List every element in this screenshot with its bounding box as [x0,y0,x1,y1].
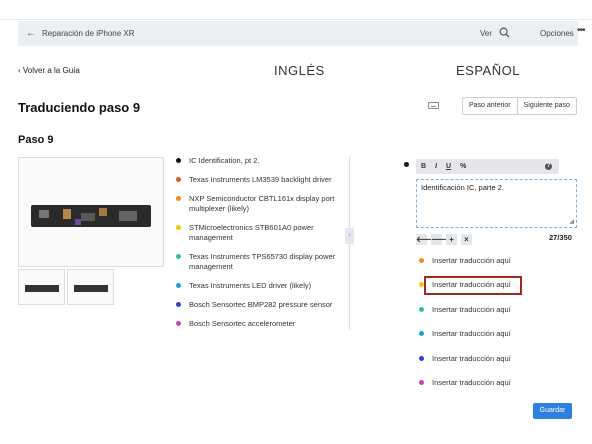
bullet-dot-icon [176,254,181,259]
move-right-button[interactable]: 🡒 [431,234,452,245]
more-dots-icon[interactable]: ••• [577,25,585,36]
bullet-dot-icon [176,225,181,230]
bullet-dot-icon [404,162,409,167]
image-thumbnail[interactable] [18,269,65,305]
resize-handle-icon[interactable]: ◢ [569,218,574,225]
bullet-item: Texas Instruments TPS65730 display power… [175,252,345,272]
translation-editor[interactable]: Identificación IC, parte 2. ◢ [416,179,577,228]
translation-placeholder[interactable]: Insertar traducción aquí [432,354,511,363]
keyboard-icon[interactable] [428,102,439,109]
translation-editor-value: Identificación IC, parte 2. [421,183,504,192]
browser-top-strip [0,0,592,20]
bullet-dot-icon [419,331,424,336]
character-counter: 27/350 [549,233,572,242]
page-title: Traduciendo paso 9 [18,100,141,115]
chevron-right-icon[interactable]: › [345,228,354,244]
bullet-item: Bosch Sensortec BMP282 pressure sensor [175,300,345,310]
guide-title-link[interactable]: Reparación de iPhone XR [42,29,135,38]
bold-button[interactable]: B [421,163,426,170]
bullet-item: Texas Instruments LED driver (likely) [175,281,345,291]
previous-step-button[interactable]: Paso anterior [463,98,517,114]
back-to-guide-link[interactable]: ‹ Volver a la Guía [18,66,80,75]
bullet-item: IC Identification, pt 2. [175,156,345,166]
bullet-dot-icon [176,177,181,182]
delete-line-button[interactable]: × [461,234,472,245]
editor-toolbar: B I U % ? [416,159,559,174]
bullet-dot-icon [419,380,424,385]
add-line-button[interactable]: + [446,234,457,245]
next-step-button[interactable]: Siguiente paso [516,98,576,114]
bullet-item: STMicroelectronics STB601A0 power manage… [175,223,345,243]
step-navigation: Paso anterior Siguiente paso [462,97,577,115]
view-button[interactable]: Ver [480,29,492,38]
step-label: Paso 9 [18,134,54,146]
step-main-image[interactable] [18,157,164,267]
guide-header-bar: ← Reparación de iPhone XR Ver Opciones •… [18,21,585,46]
translation-placeholder[interactable]: Insertar traducción aquí [432,280,511,289]
move-left-button[interactable]: 🡐 [416,234,437,245]
bullet-dot-icon [176,158,181,163]
bullet-item: Bosch Sensortec accelerometer [175,319,345,329]
options-button[interactable]: Opciones [540,29,574,38]
italic-button[interactable]: I [435,163,437,170]
column-heading-english: INGLÉS [274,63,325,78]
bullet-dot-icon [419,356,424,361]
bullet-dot-icon [419,307,424,312]
translation-placeholder[interactable]: Insertar traducción aquí [432,305,511,314]
underline-button[interactable]: U [446,163,451,170]
search-icon[interactable] [499,27,510,38]
save-button[interactable]: Guardar [533,403,572,419]
translation-placeholder[interactable]: Insertar traducción aquí [432,378,511,387]
bullet-dot-icon [176,283,181,288]
bullet-dot-icon [176,196,181,201]
back-to-guide-label: Volver a la Guía [22,66,80,75]
bullet-item: Texas Instruments LM3539 backlight drive… [175,175,345,185]
image-thumbnail[interactable] [67,269,114,305]
english-bullet-list: IC Identification, pt 2. Texas Instrumen… [175,156,345,338]
link-button[interactable]: % [460,163,466,170]
bullet-item: NXP Semiconductor CBTL161x display port … [175,194,345,214]
bullet-dot-icon [176,302,181,307]
translation-placeholder[interactable]: Insertar traducción aquí [432,256,511,265]
bullet-dot-icon [419,282,424,287]
arrow-left-icon[interactable]: ← [26,28,36,39]
translation-placeholder[interactable]: Insertar traducción aquí [432,329,511,338]
logic-board-image [31,205,151,227]
help-icon[interactable]: ? [545,163,552,170]
column-heading-spanish: ESPAÑOL [456,63,520,78]
editor-actions: 🡐 🡒 + × [416,234,476,245]
spanish-translation-list: Insertar traducción aquí Insertar traduc… [416,250,577,398]
bullet-dot-icon [176,321,181,326]
bullet-dot-icon [419,258,424,263]
